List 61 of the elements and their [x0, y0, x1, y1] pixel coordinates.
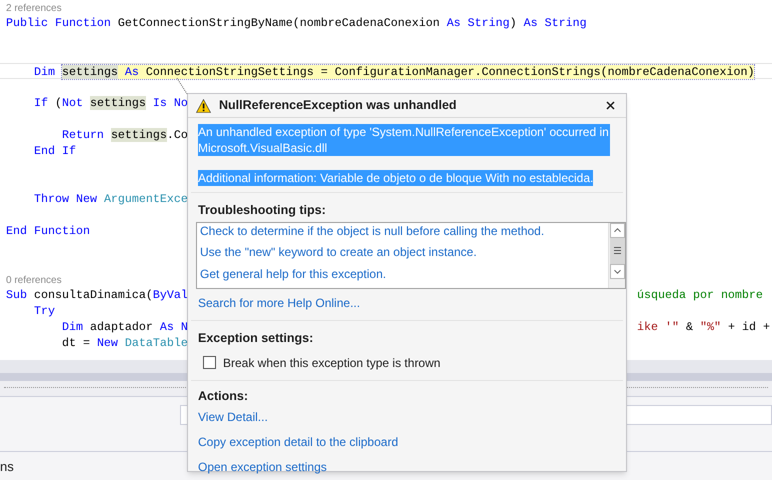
action-link[interactable]: Copy exception detail to the clipboard: [198, 435, 398, 450]
code-type: ArgumentExce: [104, 192, 188, 206]
code-keyword: Dim: [60, 320, 84, 334]
close-icon: [606, 101, 614, 110]
section-heading: Actions:: [198, 388, 248, 402]
panel-tab-label: ns: [0, 458, 14, 476]
code-string: ike '": [637, 320, 679, 334]
exception-message: Additional information: Variable de objeto o de bloque With no establecida.: [198, 170, 594, 186]
code-keyword: End If: [32, 144, 76, 158]
code-keyword: If: [32, 96, 49, 110]
checkbox[interactable]: [203, 356, 216, 369]
section-heading: Troubleshooting tips:: [198, 203, 326, 217]
code-text: .Co: [166, 128, 188, 142]
code-text: ConnectionStringSettings = ConfigurationManager.ConnectionStrings(nombreCadenaConexion): [146, 65, 754, 79]
code-string: "%": [700, 320, 721, 334]
code-keyword: As String: [524, 16, 587, 30]
checkbox-label: Break when this exception type is thrown: [223, 354, 440, 372]
code-text: consultaDinamica(: [34, 288, 153, 302]
leader-line: [176, 78, 188, 94]
code-keyword: Public Function: [6, 16, 112, 30]
code-keyword: New: [96, 336, 119, 350]
code-keyword: End Function: [6, 224, 90, 238]
scrollbar[interactable]: [608, 222, 625, 288]
code-keyword: ByVal: [152, 288, 188, 302]
warning-icon: [196, 98, 211, 112]
exception-message: An unhandled exception of type 'System.NullReferenceException' occurred in Microsoft.VisualBasic.dll: [198, 124, 610, 156]
code-lens[interactable]: 2 references: [6, 1, 62, 16]
code-text: adaptador: [90, 320, 154, 334]
code-keyword: Try: [32, 304, 55, 318]
code-symbol: settings: [90, 96, 146, 110]
code-keyword: Return: [60, 128, 105, 142]
code-keyword: As N: [160, 320, 188, 334]
code-symbol: settings: [110, 128, 167, 142]
code-symbol: settings: [62, 65, 118, 79]
code-keyword: Is No: [152, 96, 188, 110]
section-heading: Exception settings:: [198, 330, 314, 345]
code-keyword: As String: [446, 16, 510, 30]
popup-title: NullReferenceException was unhandled: [219, 97, 458, 114]
help-link[interactable]: Search for more Help Online...: [198, 296, 360, 310]
code-keyword: Sub: [6, 288, 28, 302]
code-keyword: Dim: [32, 65, 56, 79]
code-text: &: [684, 320, 694, 334]
code-comment: úsqueda por nombre: [637, 288, 763, 302]
scroll-thumb[interactable]: [610, 238, 624, 264]
tip-link[interactable]: Check to determine if the object is null before calling the method.: [200, 224, 544, 238]
code-keyword: Not: [62, 96, 84, 110]
action-link[interactable]: View Detail...: [198, 410, 268, 424]
code-type: DataTable: [124, 336, 188, 350]
code-text: (: [54, 96, 62, 110]
code-text: + id +: [726, 320, 770, 334]
code-keyword: Throw New: [32, 192, 98, 206]
tip-link[interactable]: Get general help for this exception.: [200, 267, 386, 282]
code-text: ): [510, 16, 518, 30]
code-text: GetConnectionStringByName(nombreCadenaConexion: [118, 16, 441, 30]
action-link[interactable]: Open exception settings: [198, 460, 327, 474]
scroll-down-icon[interactable]: [610, 264, 624, 279]
tip-link[interactable]: Use the "new" keyword to create an object instance.: [200, 245, 477, 260]
code-lens[interactable]: 0 references: [6, 273, 62, 288]
code-keyword: As: [124, 65, 140, 79]
scroll-up-icon[interactable]: [610, 222, 624, 238]
code-text: dt =: [60, 336, 91, 350]
